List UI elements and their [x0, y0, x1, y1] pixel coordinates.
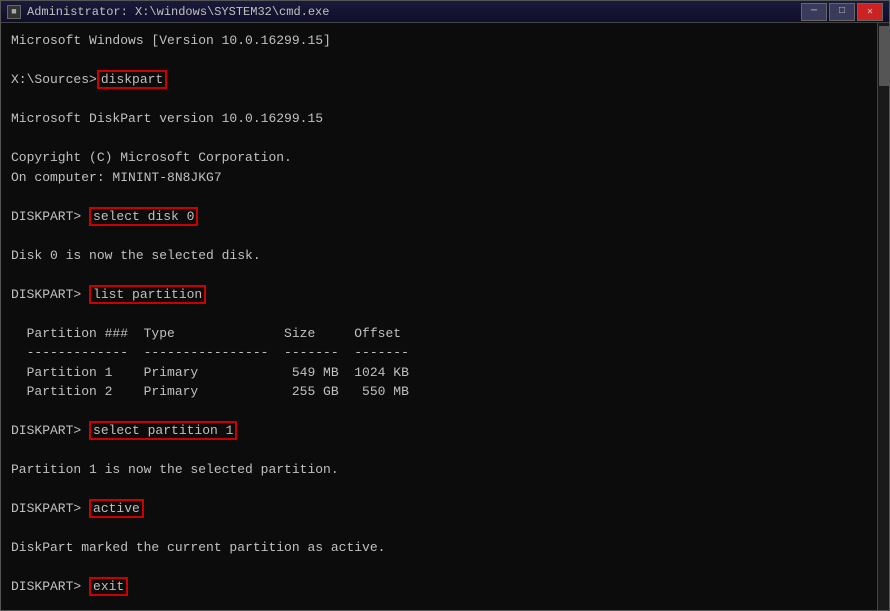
terminal-line: [11, 187, 867, 207]
prompt-text: DISKPART>: [11, 209, 89, 224]
terminal-line: [11, 90, 867, 110]
terminal-line: DISKPART> select partition 1: [11, 421, 867, 441]
terminal-line: [11, 441, 867, 461]
terminal-line: On computer: MININT-8N8JKG7: [11, 168, 867, 188]
terminal-line: Disk 0 is now the selected disk.: [11, 246, 867, 266]
scrollbar[interactable]: [877, 23, 889, 610]
terminal-line: [11, 129, 867, 149]
close-button[interactable]: ✕: [857, 3, 883, 21]
terminal-line: DiskPart marked the current partition as…: [11, 538, 867, 558]
terminal-line: Partition ### Type Size Offset: [11, 324, 867, 344]
maximize-button[interactable]: □: [829, 3, 855, 21]
prompt-text: DISKPART>: [11, 287, 89, 302]
terminal-line: DISKPART> active: [11, 499, 867, 519]
terminal-line: Microsoft Windows [Version 10.0.16299.15…: [11, 31, 867, 51]
terminal-line: Partition 1 Primary 549 MB 1024 KB: [11, 363, 867, 383]
terminal-line: [11, 480, 867, 500]
cmd-window: ■ Administrator: X:\windows\SYSTEM32\cmd…: [0, 0, 890, 611]
terminal-line: [11, 519, 867, 539]
command-highlight: list partition: [89, 285, 206, 304]
terminal-wrapper: Microsoft Windows [Version 10.0.16299.15…: [1, 23, 889, 610]
terminal-line: Copyright (C) Microsoft Corporation.: [11, 148, 867, 168]
terminal-line: [11, 304, 867, 324]
scrollbar-thumb[interactable]: [879, 26, 889, 86]
window-controls: ─ □ ✕: [801, 3, 883, 21]
terminal-body[interactable]: Microsoft Windows [Version 10.0.16299.15…: [1, 23, 877, 610]
terminal-line: [11, 558, 867, 578]
terminal-line: [11, 597, 867, 611]
minimize-button[interactable]: ─: [801, 3, 827, 21]
cmd-icon: ■: [7, 5, 21, 19]
terminal-line: Microsoft DiskPart version 10.0.16299.15: [11, 109, 867, 129]
terminal-line: DISKPART> list partition: [11, 285, 867, 305]
terminal-line: ------------- ---------------- ------- -…: [11, 343, 867, 363]
prompt-text: DISKPART>: [11, 579, 89, 594]
prompt-text: DISKPART>: [11, 423, 89, 438]
terminal-line: Partition 2 Primary 255 GB 550 MB: [11, 382, 867, 402]
command-highlight: diskpart: [97, 70, 167, 89]
title-bar-left: ■ Administrator: X:\windows\SYSTEM32\cmd…: [7, 5, 329, 19]
terminal-line: Partition 1 is now the selected partitio…: [11, 460, 867, 480]
terminal-line: DISKPART> exit: [11, 577, 867, 597]
command-highlight: select partition 1: [89, 421, 237, 440]
prompt-text: X:\Sources>: [11, 72, 97, 87]
terminal-line: X:\Sources>diskpart: [11, 70, 867, 90]
command-highlight: exit: [89, 577, 128, 596]
terminal-line: [11, 226, 867, 246]
terminal-line: [11, 402, 867, 422]
title-bar: ■ Administrator: X:\windows\SYSTEM32\cmd…: [1, 1, 889, 23]
prompt-text: DISKPART>: [11, 501, 89, 516]
terminal-line: [11, 51, 867, 71]
terminal-line: DISKPART> select disk 0: [11, 207, 867, 227]
command-highlight: select disk 0: [89, 207, 198, 226]
command-highlight: active: [89, 499, 144, 518]
terminal-line: [11, 265, 867, 285]
window-title: Administrator: X:\windows\SYSTEM32\cmd.e…: [27, 5, 329, 19]
